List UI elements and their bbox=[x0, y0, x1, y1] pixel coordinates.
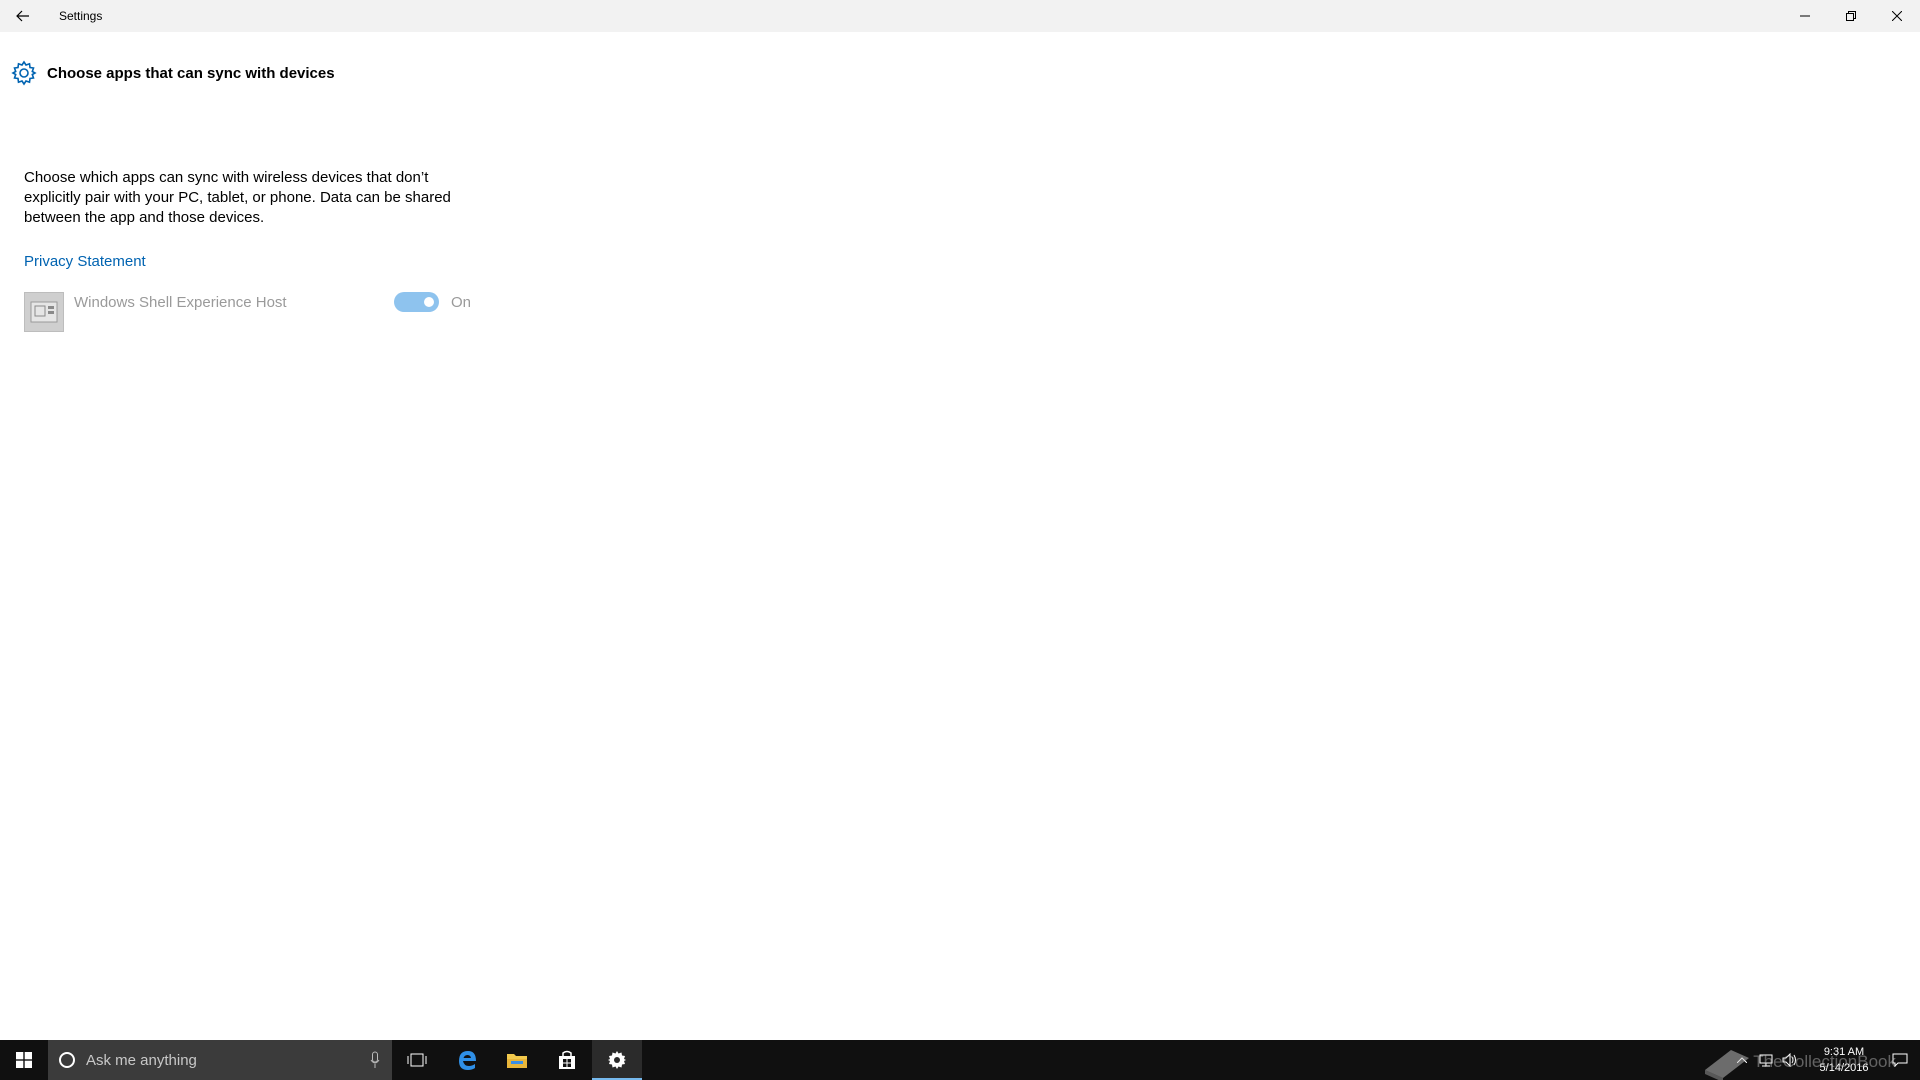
privacy-statement-link[interactable]: Privacy Statement bbox=[24, 253, 146, 270]
search-placeholder: Ask me anything bbox=[86, 1051, 197, 1069]
gear-icon bbox=[11, 60, 37, 86]
cortana-icon bbox=[59, 1052, 75, 1068]
shell-host-icon bbox=[30, 301, 58, 323]
book-icon bbox=[1705, 1050, 1750, 1080]
restore-button[interactable] bbox=[1828, 0, 1874, 32]
start-button[interactable] bbox=[0, 1040, 48, 1080]
task-view-button[interactable] bbox=[392, 1040, 442, 1080]
settings-icon bbox=[608, 1051, 626, 1069]
settings-taskbar-button[interactable] bbox=[592, 1040, 642, 1080]
edge-button[interactable] bbox=[442, 1040, 492, 1080]
taskbar: Ask me anything TheCollectionBook 9:31 A… bbox=[0, 1040, 1920, 1080]
edge-icon bbox=[459, 1051, 476, 1070]
minimize-button[interactable] bbox=[1782, 0, 1828, 32]
watermark: TheCollectionBook bbox=[1701, 1044, 1896, 1080]
window-title: Settings bbox=[59, 9, 103, 23]
back-button[interactable] bbox=[0, 0, 46, 32]
page-description: Choose which apps can sync with wireless… bbox=[24, 169, 451, 226]
back-arrow-icon bbox=[16, 10, 29, 22]
file-explorer-button[interactable] bbox=[492, 1040, 542, 1080]
app-list-item: Windows Shell Experience Host On bbox=[24, 292, 484, 332]
minimize-icon bbox=[1800, 15, 1810, 17]
windows-logo-icon bbox=[16, 1052, 32, 1068]
app-icon bbox=[24, 292, 64, 332]
window-controls bbox=[1782, 0, 1920, 32]
restore-icon bbox=[1846, 11, 1856, 21]
toggle-knob bbox=[424, 297, 434, 307]
cortana-search-box[interactable]: Ask me anything bbox=[48, 1040, 392, 1080]
microphone-icon[interactable] bbox=[370, 1051, 380, 1069]
store-button[interactable] bbox=[542, 1040, 592, 1080]
system-tray: TheCollectionBook 9:31 AM 5/14/2016 bbox=[1705, 1040, 1920, 1080]
close-button[interactable] bbox=[1874, 0, 1920, 32]
close-icon bbox=[1892, 11, 1902, 21]
store-icon bbox=[559, 1050, 575, 1069]
task-view-icon bbox=[407, 1053, 427, 1067]
app-name: Windows Shell Experience Host bbox=[74, 294, 287, 311]
page-header: Choose apps that can sync with devices bbox=[11, 60, 335, 86]
watermark-text: TheCollectionBook bbox=[1753, 1052, 1896, 1071]
page-title: Choose apps that can sync with devices bbox=[47, 64, 335, 82]
file-explorer-icon bbox=[507, 1054, 527, 1068]
toggle-state-label: On bbox=[451, 294, 472, 311]
title-bar: Settings bbox=[0, 0, 1920, 32]
app-sync-toggle[interactable] bbox=[394, 292, 439, 312]
